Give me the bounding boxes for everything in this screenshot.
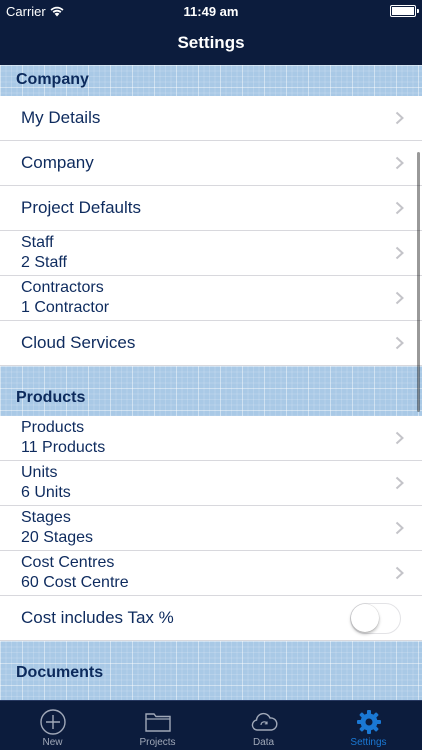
tab-label: New xyxy=(42,737,63,748)
scrollbar[interactable] xyxy=(417,152,420,412)
page-title: Settings xyxy=(177,33,245,52)
settings-list[interactable]: Company My Details Company Project Defau… xyxy=(0,65,422,700)
row-contractors[interactable]: Contractors 1 Contractor xyxy=(0,276,422,321)
row-subtitle: 6 Units xyxy=(21,484,71,501)
section-header-label: Documents xyxy=(16,664,104,681)
chevron-right-icon xyxy=(395,431,404,445)
row-my-details[interactable]: My Details xyxy=(0,96,422,141)
gear-icon xyxy=(356,710,381,734)
section-header-company: Company xyxy=(0,65,422,96)
row-title: Cloud Services xyxy=(21,333,136,352)
row-project-defaults[interactable]: Project Defaults xyxy=(0,186,422,231)
chevron-right-icon xyxy=(395,521,404,535)
row-title: Project Defaults xyxy=(21,198,141,217)
row-title: Cost includes Tax % xyxy=(21,608,174,627)
row-cost-centres[interactable]: Cost Centres 60 Cost Centre xyxy=(0,551,422,596)
tab-data[interactable]: Data xyxy=(211,701,316,750)
folder-icon xyxy=(144,713,171,732)
section-header-products: Products xyxy=(0,366,422,416)
row-title: Cost Centres xyxy=(21,554,115,571)
row-subtitle: 2 Staff xyxy=(21,254,67,271)
row-subtitle: 11 Products xyxy=(21,439,106,456)
section-header-label: Products xyxy=(16,389,86,406)
row-title: Units xyxy=(21,464,58,481)
tab-label: Settings xyxy=(350,737,387,748)
chevron-right-icon xyxy=(395,111,404,125)
toggle-knob xyxy=(351,604,379,632)
row-cloud-services[interactable]: Cloud Services xyxy=(0,321,422,366)
chevron-right-icon xyxy=(395,201,404,215)
tab-projects[interactable]: Projects xyxy=(105,701,210,750)
row-subtitle: 20 Stages xyxy=(21,529,94,546)
row-stages[interactable]: Stages 20 Stages xyxy=(0,506,422,551)
row-staff[interactable]: Staff 2 Staff xyxy=(0,231,422,276)
chevron-right-icon xyxy=(395,156,404,170)
tab-settings[interactable]: Settings xyxy=(316,701,421,750)
row-title: Stages xyxy=(21,509,71,526)
row-cost-includes-tax: Cost includes Tax % xyxy=(0,596,422,641)
tab-label: Projects xyxy=(139,737,176,748)
row-subtitle: 1 Contractor xyxy=(21,299,110,316)
status-time: 11:49 am xyxy=(183,4,239,19)
row-subtitle: 60 Cost Centre xyxy=(21,574,129,591)
navigation-bar: Carrier 11:49 am Settings xyxy=(0,0,422,65)
row-title: Contractors xyxy=(21,279,104,296)
row-title: Company xyxy=(21,153,94,172)
row-products[interactable]: Products 11 Products xyxy=(0,416,422,461)
cloud-sync-icon xyxy=(251,712,277,731)
chevron-right-icon xyxy=(395,336,404,350)
row-company[interactable]: Company xyxy=(0,141,422,186)
chevron-right-icon xyxy=(395,566,404,580)
tab-new[interactable]: New xyxy=(0,701,105,750)
chevron-right-icon xyxy=(395,476,404,490)
row-title: Staff xyxy=(21,234,54,251)
section-header-documents: Documents xyxy=(0,641,422,700)
tab-label: Data xyxy=(252,737,275,748)
chevron-right-icon xyxy=(395,291,404,305)
status-bar: Carrier 11:49 am xyxy=(0,0,422,22)
battery-icon xyxy=(390,5,419,17)
row-title: Products xyxy=(21,419,85,436)
tab-bar: New Projects Data Settings xyxy=(0,700,422,750)
plus-circle-icon xyxy=(39,709,66,735)
chevron-right-icon xyxy=(395,246,404,260)
row-units[interactable]: Units 6 Units xyxy=(0,461,422,506)
cost-includes-tax-toggle[interactable] xyxy=(350,603,401,634)
section-header-label: Company xyxy=(16,71,89,88)
row-title: My Details xyxy=(21,108,101,127)
